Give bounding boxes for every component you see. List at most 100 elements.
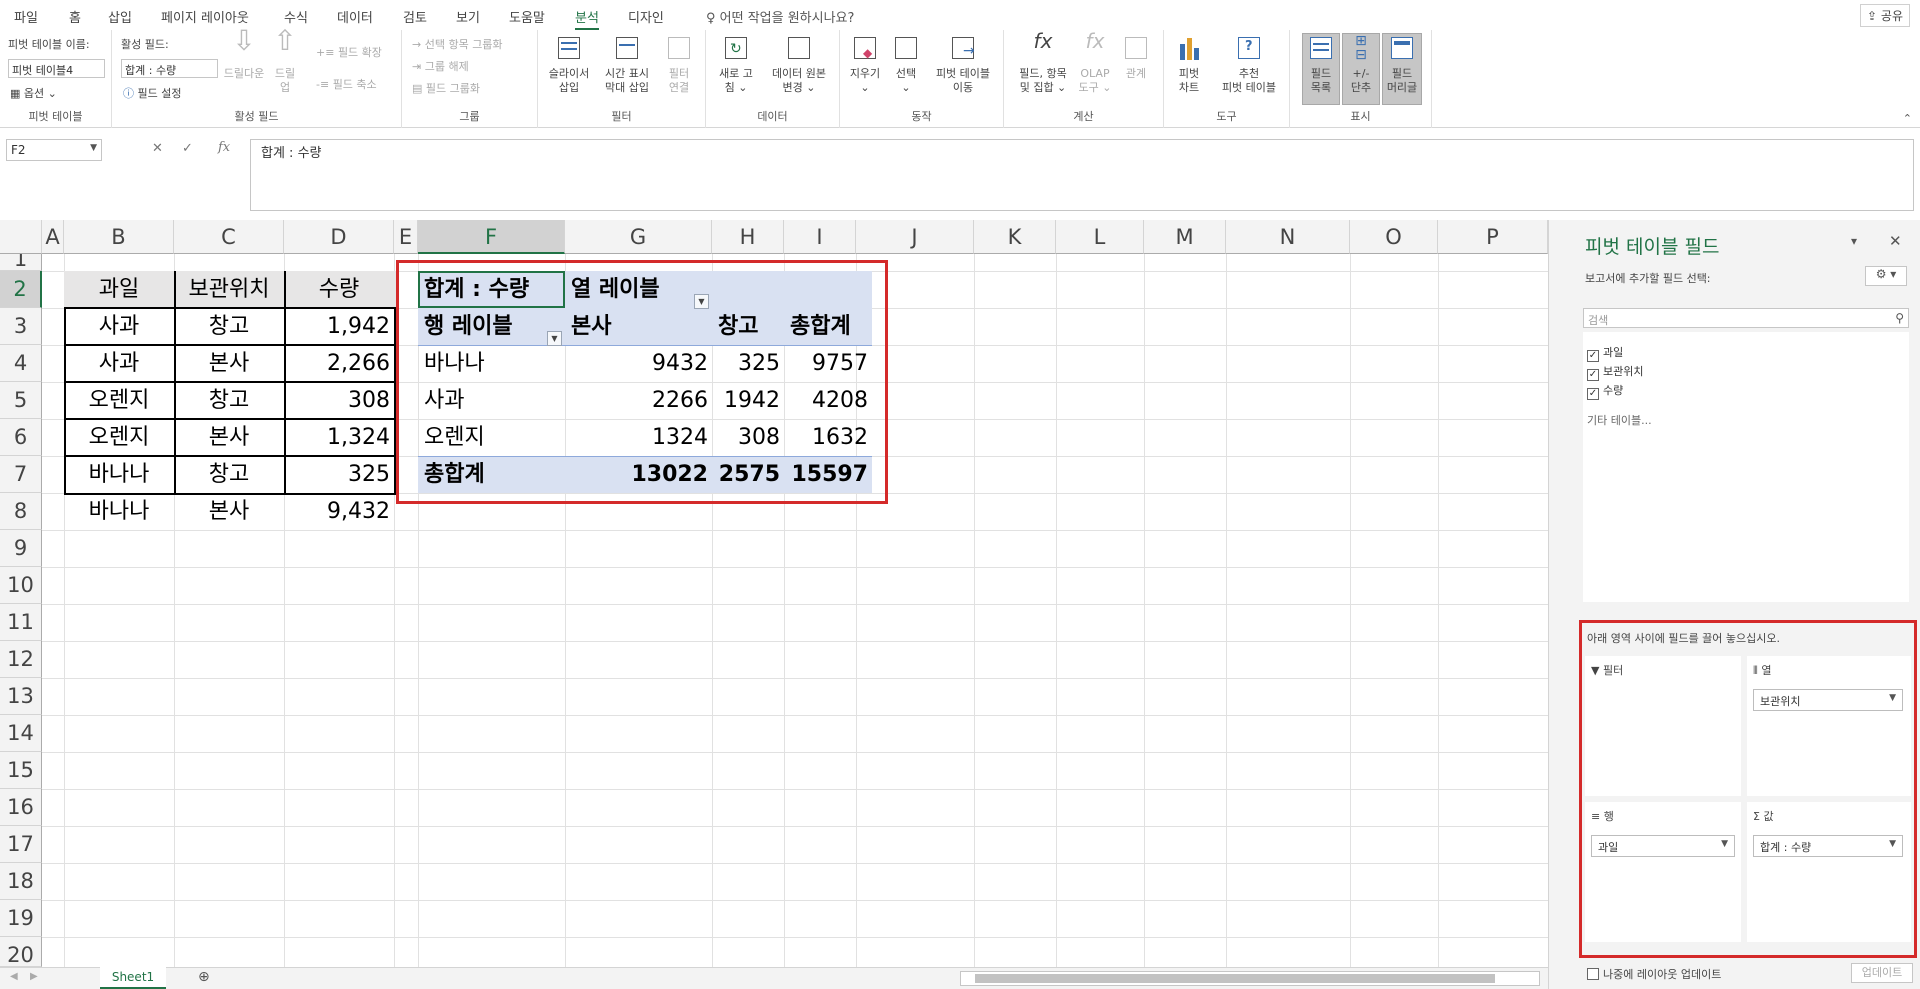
pivot-name-input[interactable]: 피벗 테이블4 (8, 59, 105, 78)
filter-connections-button[interactable]: 필터 연결 (660, 34, 698, 95)
insert-timeline-button[interactable]: 시간 표시 막대 삽입 (599, 34, 655, 95)
menu-help[interactable]: 도움말 (509, 7, 545, 26)
column-header-k[interactable]: K (974, 220, 1056, 254)
more-tables-link[interactable]: 기타 테이블... (1587, 412, 1652, 428)
search-icon[interactable]: ⚲ (1895, 311, 1904, 325)
source-cell[interactable]: 1,942 (284, 308, 394, 345)
row-header-3[interactable]: 3 (0, 308, 42, 345)
drill-down-button[interactable]: ⇩ 드릴다운 (218, 27, 270, 81)
horizontal-scrollbar[interactable] (960, 971, 1540, 986)
source-cell[interactable]: 오렌지 (64, 382, 174, 419)
source-cell[interactable]: 바나나 (64, 456, 174, 493)
formula-input[interactable]: 합계 : 수량 (250, 139, 1914, 211)
worksheet-grid[interactable]: A B C D E F G H I J K L M N O P 1 2 3 4 … (0, 220, 1548, 967)
row-header-17[interactable]: 17 (0, 826, 42, 863)
move-pivot-button[interactable]: → 피벗 테이블 이동 (928, 34, 998, 95)
expand-field-button[interactable]: +≡ 필드 확장 (316, 44, 382, 60)
close-pane-icon[interactable]: ✕ (1889, 232, 1902, 250)
menu-review[interactable]: 검토 (403, 7, 427, 26)
drill-up-button[interactable]: ⇧ 드릴 업 (270, 27, 300, 95)
row-header-6[interactable]: 6 (0, 419, 42, 456)
field-search-input[interactable]: 검색 ⚲ (1583, 308, 1909, 328)
source-cell[interactable]: 사과 (64, 345, 174, 382)
menu-analyze[interactable]: 분석 (575, 7, 599, 30)
source-header-quantity[interactable]: 수량 (284, 271, 394, 308)
source-cell[interactable]: 오렌지 (64, 419, 174, 456)
add-sheet-icon[interactable]: ⊕ (198, 969, 210, 985)
column-header-d[interactable]: D (284, 220, 394, 254)
menu-home[interactable]: 홈 (69, 7, 81, 26)
row-header-1[interactable]: 1 (0, 254, 42, 271)
source-cell[interactable]: 본사 (174, 419, 284, 456)
field-item-fruit[interactable]: ✓ 과일 (1587, 344, 1623, 362)
olap-tools-button[interactable]: fx OLAP 도구 ⌄ (1076, 31, 1114, 95)
row-header-5[interactable]: 5 (0, 382, 42, 419)
source-cell[interactable]: 2,266 (284, 345, 394, 382)
row-header-7[interactable]: 7 (0, 456, 42, 493)
row-header-2[interactable]: 2 (0, 271, 42, 308)
update-button[interactable]: 업데이트 (1851, 963, 1913, 983)
source-cell[interactable]: 바나나 (64, 493, 174, 530)
tab-scroll-right-icon[interactable]: ▶ (30, 971, 38, 982)
column-header-n[interactable]: N (1226, 220, 1350, 254)
cancel-icon[interactable]: ✕ (152, 141, 163, 156)
share-button[interactable]: ⇪ 공유 (1860, 4, 1910, 27)
enter-icon[interactable]: ✓ (182, 141, 193, 156)
column-header-f[interactable]: F (418, 220, 565, 254)
source-cell[interactable]: 본사 (174, 493, 284, 530)
source-header-fruit[interactable]: 과일 (64, 271, 174, 308)
column-header-o[interactable]: O (1350, 220, 1438, 254)
source-cell[interactable]: 325 (284, 456, 394, 493)
column-header-c[interactable]: C (174, 220, 284, 254)
checkbox-unchecked-icon[interactable] (1587, 968, 1599, 980)
menu-design[interactable]: 디자인 (628, 7, 664, 26)
name-box-dropdown-icon[interactable]: ▼ (90, 143, 97, 153)
source-cell[interactable]: 1,324 (284, 419, 394, 456)
group-field-button[interactable]: ▤ 필드 그룹화 (412, 80, 480, 96)
ungroup-button[interactable]: ⇥ 그룹 해제 (412, 58, 469, 74)
row-header-12[interactable]: 12 (0, 641, 42, 678)
change-source-button[interactable]: 데이터 원본 변경 ⌄ (764, 34, 834, 95)
collapse-field-button[interactable]: -≡ 필드 축소 (316, 76, 377, 92)
field-headers-toggle[interactable]: 필드 머리글 (1382, 33, 1422, 105)
column-header-b[interactable]: B (64, 220, 174, 254)
field-settings-button[interactable]: ⓘ 필드 설정 (123, 85, 181, 101)
column-header-h[interactable]: H (712, 220, 784, 254)
source-cell[interactable]: 창고 (174, 456, 284, 493)
row-header-9[interactable]: 9 (0, 530, 42, 567)
options-button[interactable]: ▦ 옵션 ⌄ (10, 85, 57, 101)
column-header-e[interactable]: E (394, 220, 418, 254)
source-cell[interactable]: 창고 (174, 308, 284, 345)
source-cell[interactable]: 창고 (174, 382, 284, 419)
column-header-a[interactable]: A (42, 220, 64, 254)
checkbox-checked-icon[interactable]: ✓ (1587, 369, 1599, 381)
tell-me-search[interactable]: ♀ 어떤 작업을 원하시나요? (706, 7, 854, 26)
menu-view[interactable]: 보기 (456, 7, 480, 26)
field-list-toggle[interactable]: 필드 목록 (1302, 33, 1340, 105)
row-header-8[interactable]: 8 (0, 493, 42, 530)
source-cell[interactable]: 9,432 (284, 493, 394, 530)
column-header-p[interactable]: P (1438, 220, 1548, 254)
column-header-g[interactable]: G (565, 220, 712, 254)
column-header-l[interactable]: L (1056, 220, 1144, 254)
tab-scroll-left-icon[interactable]: ◀ (10, 971, 18, 982)
row-header-15[interactable]: 15 (0, 752, 42, 789)
row-header-14[interactable]: 14 (0, 715, 42, 752)
checkbox-checked-icon[interactable]: ✓ (1587, 388, 1599, 400)
name-box[interactable]: F2 ▼ (6, 139, 102, 161)
menu-insert[interactable]: 삽입 (108, 7, 132, 26)
menu-file[interactable]: 파일 (14, 7, 38, 26)
sheet-tab-sheet1[interactable]: Sheet1 (100, 967, 166, 989)
source-header-location[interactable]: 보관위치 (174, 271, 284, 308)
column-header-m[interactable]: M (1144, 220, 1226, 254)
gear-icon[interactable]: ⚙ ▾ (1865, 266, 1907, 286)
clear-button[interactable]: ◆ 지우기 ⌄ (844, 34, 886, 95)
select-all-corner[interactable] (0, 220, 42, 254)
row-header-10[interactable]: 10 (0, 567, 42, 604)
column-header-i[interactable]: I (784, 220, 856, 254)
source-cell[interactable]: 본사 (174, 345, 284, 382)
row-header-16[interactable]: 16 (0, 789, 42, 826)
row-header-20[interactable]: 20 (0, 937, 42, 967)
row-header-19[interactable]: 19 (0, 900, 42, 937)
row-header-18[interactable]: 18 (0, 863, 42, 900)
